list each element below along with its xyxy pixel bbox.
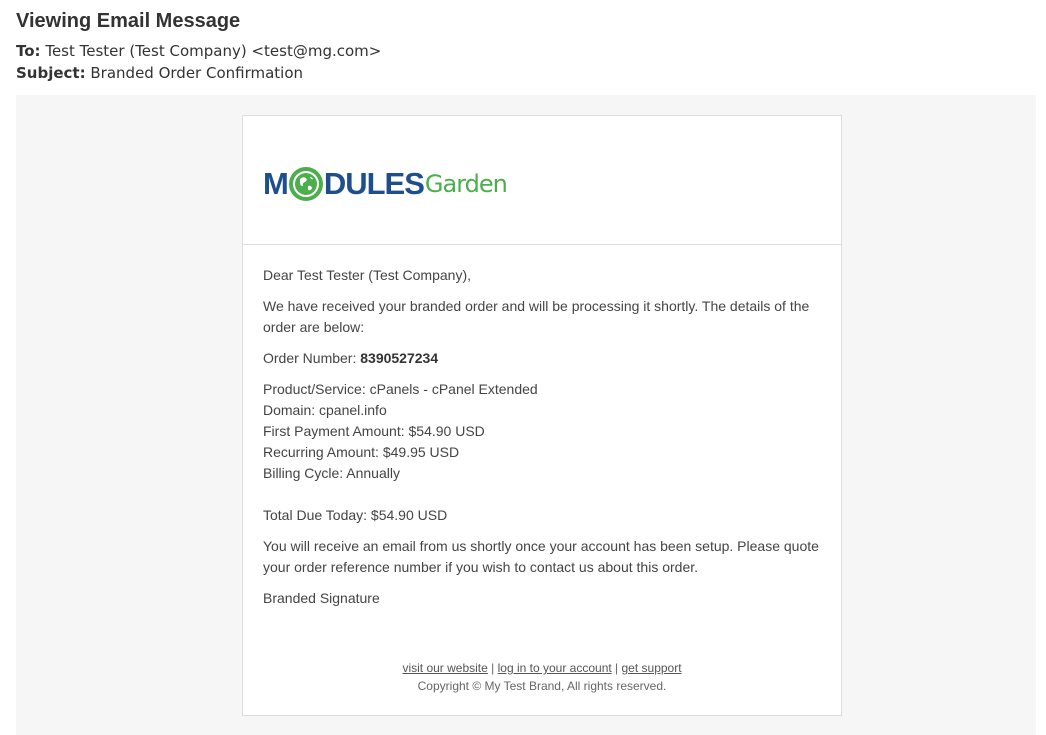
footer-links: visit our website | log in to your accou… [243,659,841,677]
subject-label: Subject: [16,64,86,82]
globe-icon [288,167,323,201]
detail-product: Product/Service: cPanels - cPanel Extend… [263,381,538,397]
email-footer: visit our website | log in to your accou… [243,659,841,695]
logo-text-m: M [263,166,289,201]
to-value: Test Tester (Test Company) <test@mg.com> [45,42,382,60]
detail-first-payment: First Payment Amount: $54.90 USD [263,423,485,439]
intro-text: We have received your branded order and … [263,298,810,335]
copyright: Copyright © My Test Brand, All rights re… [417,679,667,693]
to-line: To: Test Tester (Test Company) <test@mg.… [16,40,1030,62]
subject-value: Branded Order Confirmation [90,64,304,82]
email-logo-header: M DULES Garden [243,116,841,245]
logo-text-dules: DULES [323,166,425,201]
order-details: Product/Service: cPanels - cPanel Extend… [263,379,821,484]
order-number-label: Order Number: [263,350,361,366]
total-due: Total Due Today: $54.90 USD [263,507,448,523]
order-number: 8390527234 [360,350,439,366]
email-preview-area: M DULES Garden Dear Test Tester (Test Co… [16,95,1036,735]
get-support-link[interactable]: get support [622,661,682,675]
email-header: Viewing Email Message To: Test Tester (T… [16,8,1030,84]
closing-text: You will receive an email from us shortl… [263,538,819,575]
page-title: Viewing Email Message [16,10,241,32]
to-label: To: [16,42,41,60]
login-link[interactable]: log in to your account [498,661,612,675]
detail-recurring: Recurring Amount: $49.95 USD [263,444,460,460]
signature: Branded Signature [263,590,380,606]
greeting: Dear Test Tester (Test Company), [263,267,472,283]
footer-sep-2: | [611,661,622,675]
email-body-card: M DULES Garden Dear Test Tester (Test Co… [242,115,842,716]
order-number-line: Order Number: 8390527234 [263,348,821,369]
logo-text-garden: Garden [424,170,508,198]
visit-website-link[interactable]: visit our website [402,661,487,675]
subject-line: Subject: Branded Order Confirmation [16,62,1030,84]
email-content: Dear Test Tester (Test Company), We have… [243,245,841,609]
detail-domain: Domain: cpanel.info [263,402,387,418]
detail-billing-cycle: Billing Cycle: Annually [263,465,400,481]
brand-logo: M DULES Garden [263,164,508,204]
footer-sep-1: | [487,661,498,675]
